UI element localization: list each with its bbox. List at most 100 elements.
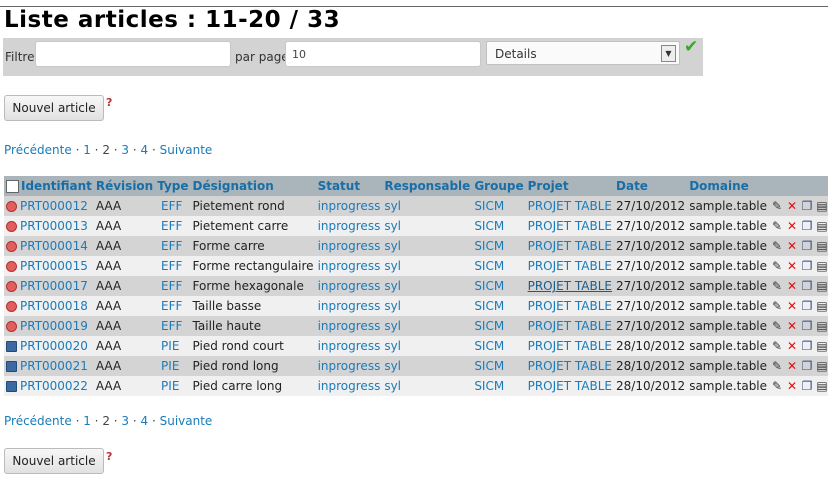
responsable-link[interactable]: syl [384, 339, 401, 353]
copy-icon[interactable]: ❐ [801, 319, 813, 333]
groupe-link[interactable]: SICM [474, 379, 504, 393]
delete-icon[interactable]: ✕ [786, 199, 798, 213]
edit-icon[interactable]: ✎ [771, 319, 783, 333]
copy-icon[interactable]: ❐ [801, 379, 813, 393]
copy-icon[interactable]: ❐ [801, 339, 813, 353]
type-link[interactable]: EFF [161, 259, 182, 273]
edit-icon[interactable]: ✎ [771, 239, 783, 253]
clipboard-icon[interactable]: ▤ [816, 379, 828, 393]
help-icon[interactable]: ? [106, 450, 112, 463]
statut-link[interactable]: inprogress [318, 219, 381, 233]
type-link[interactable]: EFF [161, 319, 182, 333]
edit-icon[interactable]: ✎ [771, 279, 783, 293]
article-id-link[interactable]: PRT000014 [20, 239, 88, 253]
responsable-link[interactable]: syl [384, 279, 401, 293]
responsable-link[interactable]: syl [384, 379, 401, 393]
delete-icon[interactable]: ✕ [786, 239, 798, 253]
projet-link[interactable]: PROJET TABLE [528, 219, 612, 233]
statut-link[interactable]: inprogress [318, 339, 381, 353]
filter-input[interactable] [35, 41, 231, 67]
article-id-link[interactable]: PRT000012 [20, 199, 88, 213]
pager-page-3[interactable]: 3 [121, 143, 129, 157]
type-link[interactable]: EFF [161, 279, 182, 293]
groupe-link[interactable]: SICM [474, 279, 504, 293]
type-link[interactable]: PIE [161, 339, 179, 353]
pager-page-1[interactable]: 1 [83, 143, 91, 157]
col-type[interactable]: Type [155, 176, 191, 196]
delete-icon[interactable]: ✕ [786, 219, 798, 233]
article-id-link[interactable]: PRT000017 [20, 279, 88, 293]
delete-icon[interactable]: ✕ [786, 359, 798, 373]
groupe-link[interactable]: SICM [474, 339, 504, 353]
edit-icon[interactable]: ✎ [771, 299, 783, 313]
article-id-link[interactable]: PRT000019 [20, 319, 88, 333]
groupe-link[interactable]: SICM [474, 199, 504, 213]
clipboard-icon[interactable]: ▤ [816, 319, 828, 333]
article-id-link[interactable]: PRT000018 [20, 299, 88, 313]
copy-icon[interactable]: ❐ [801, 219, 813, 233]
responsable-link[interactable]: syl [384, 239, 401, 253]
article-id-link[interactable]: PRT000021 [20, 359, 88, 373]
clipboard-icon[interactable]: ▤ [816, 359, 828, 373]
pager-page-4[interactable]: 4 [141, 414, 149, 428]
projet-link[interactable]: PROJET TABLE [528, 239, 612, 253]
clipboard-icon[interactable]: ▤ [816, 239, 828, 253]
delete-icon[interactable]: ✕ [786, 379, 798, 393]
col-identifiant[interactable]: Identifiant [4, 176, 94, 196]
article-id-link[interactable]: PRT000020 [20, 339, 88, 353]
new-article-button-bottom[interactable]: Nouvel article [4, 448, 104, 474]
statut-link[interactable]: inprogress [318, 239, 381, 253]
clipboard-icon[interactable]: ▤ [816, 299, 828, 313]
chevron-down-icon[interactable]: ▼ [661, 45, 676, 62]
statut-link[interactable]: inprogress [318, 319, 381, 333]
projet-link[interactable]: PROJET TABLE [528, 279, 612, 293]
edit-icon[interactable]: ✎ [771, 379, 783, 393]
groupe-link[interactable]: SICM [474, 219, 504, 233]
pager-prev[interactable]: Précédente [4, 414, 72, 428]
col-domaine[interactable]: Domaine [687, 176, 770, 196]
copy-icon[interactable]: ❐ [801, 259, 813, 273]
edit-icon[interactable]: ✎ [771, 199, 783, 213]
responsable-link[interactable]: syl [384, 199, 401, 213]
pager-page-1[interactable]: 1 [83, 414, 91, 428]
projet-link[interactable]: PROJET TABLE [528, 379, 612, 393]
select-all-icon[interactable] [6, 180, 19, 193]
statut-link[interactable]: inprogress [318, 259, 381, 273]
pager-prev[interactable]: Précédente [4, 143, 72, 157]
responsable-link[interactable]: syl [384, 359, 401, 373]
pager-next[interactable]: Suivante [160, 143, 213, 157]
statut-link[interactable]: inprogress [318, 199, 381, 213]
projet-link[interactable]: PROJET TABLE [528, 259, 612, 273]
type-link[interactable]: EFF [161, 299, 182, 313]
clipboard-icon[interactable]: ▤ [816, 259, 828, 273]
clipboard-icon[interactable]: ▤ [816, 199, 828, 213]
groupe-link[interactable]: SICM [474, 299, 504, 313]
type-link[interactable]: PIE [161, 379, 179, 393]
copy-icon[interactable]: ❐ [801, 359, 813, 373]
type-link[interactable]: PIE [161, 359, 179, 373]
clipboard-icon[interactable]: ▤ [816, 279, 828, 293]
view-select[interactable]: Details ▼ [486, 41, 680, 65]
col-groupe[interactable]: Groupe [472, 176, 526, 196]
article-id-link[interactable]: PRT000013 [20, 219, 88, 233]
pager-next[interactable]: Suivante [160, 414, 213, 428]
per-page-input[interactable]: 10 [285, 41, 481, 67]
edit-icon[interactable]: ✎ [771, 359, 783, 373]
new-article-button-top[interactable]: Nouvel article [4, 95, 104, 121]
edit-icon[interactable]: ✎ [771, 259, 783, 273]
projet-link[interactable]: PROJET TABLE [528, 359, 612, 373]
groupe-link[interactable]: SICM [474, 319, 504, 333]
type-link[interactable]: EFF [161, 219, 182, 233]
responsable-link[interactable]: syl [384, 259, 401, 273]
statut-link[interactable]: inprogress [318, 279, 381, 293]
delete-icon[interactable]: ✕ [786, 319, 798, 333]
col-statut[interactable]: Statut [315, 176, 383, 196]
groupe-link[interactable]: SICM [474, 239, 504, 253]
copy-icon[interactable]: ❐ [801, 199, 813, 213]
projet-link[interactable]: PROJET TABLE [528, 299, 612, 313]
apply-check-icon[interactable]: ✔ [684, 37, 698, 57]
col-revision[interactable]: Révision [93, 176, 156, 196]
col-designation[interactable]: Désignation [190, 176, 316, 196]
groupe-link[interactable]: SICM [474, 259, 504, 273]
copy-icon[interactable]: ❐ [801, 239, 813, 253]
